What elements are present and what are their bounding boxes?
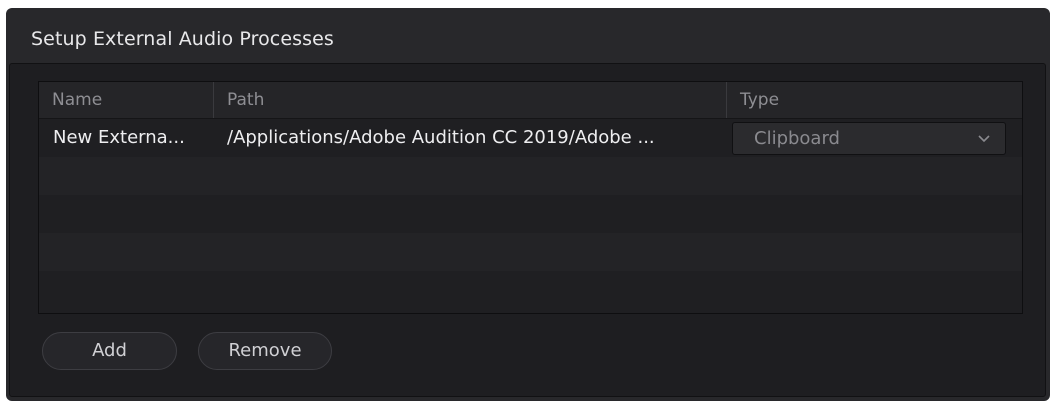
- row-name-cell[interactable]: New Externa...: [53, 119, 211, 157]
- column-header-path[interactable]: Path: [213, 82, 726, 118]
- empty-row: [39, 195, 1022, 233]
- type-dropdown[interactable]: Clipboard: [732, 122, 1006, 155]
- empty-row: [39, 271, 1022, 313]
- chevron-down-icon: [978, 135, 990, 143]
- table-row[interactable]: New Externa... /Applications/Adobe Audit…: [39, 119, 1022, 157]
- column-header-type[interactable]: Type: [726, 82, 1022, 118]
- add-button[interactable]: Add: [42, 332, 177, 370]
- remove-button[interactable]: Remove: [198, 332, 332, 370]
- empty-row: [39, 233, 1022, 271]
- dialog-title: Setup External Audio Processes: [31, 28, 334, 50]
- processes-table: Name Path Type New Externa... /Applicati…: [38, 81, 1023, 314]
- type-dropdown-value: Clipboard: [754, 128, 840, 149]
- row-path-cell[interactable]: /Applications/Adobe Audition CC 2019/Ado…: [227, 119, 723, 157]
- empty-row: [39, 157, 1022, 195]
- table-header: Name Path Type: [39, 82, 1022, 119]
- column-header-name[interactable]: Name: [39, 82, 213, 118]
